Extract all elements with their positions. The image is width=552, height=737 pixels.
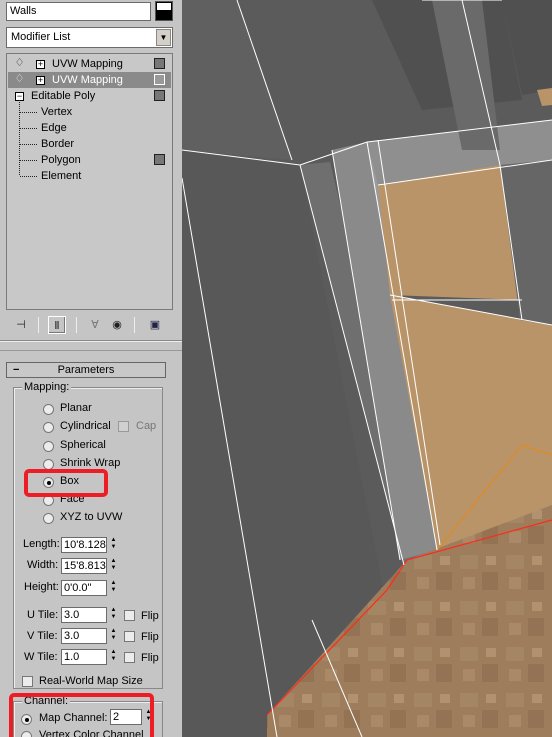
u-flip-checkbox[interactable] <box>124 610 135 621</box>
modifier-stack[interactable]: ♢ + UVW Mapping ♢ + UVW Mapping − Editab… <box>6 53 173 310</box>
cap-label: Cap <box>136 420 157 432</box>
v-flip-label: Flip <box>141 631 159 643</box>
remove-modifier-icon[interactable]: ◉ <box>108 316 126 334</box>
height-label: Height: <box>24 581 59 593</box>
subobject-polygon[interactable]: Polygon <box>8 152 171 168</box>
vtile-label: V Tile: <box>27 630 58 642</box>
object-name-field[interactable]: Walls <box>6 2 151 21</box>
stack-toolbar: ⊣ Ⅱ ∀ ◉ ▣ <box>6 314 173 336</box>
stack-item-label: UVW Mapping <box>52 58 123 70</box>
length-field[interactable]: 10'8.128 <box>61 537 107 553</box>
perspective-viewport[interactable] <box>182 0 552 737</box>
parameters-header[interactable]: − Parameters <box>6 362 166 378</box>
utile-spinner[interactable]: ▲ ▼ <box>109 607 118 623</box>
utile-label: U Tile: <box>27 609 59 621</box>
radio-planar-label: Planar <box>60 402 92 414</box>
cap-checkbox[interactable] <box>118 421 129 432</box>
real-world-map-size-checkbox[interactable] <box>22 676 33 687</box>
box-highlight <box>24 469 108 497</box>
u-flip-label: Flip <box>141 610 159 622</box>
stack-item-toggle[interactable] <box>154 58 165 69</box>
wtile-spinner[interactable]: ▲ ▼ <box>109 649 118 665</box>
length-label: Length: <box>23 538 60 550</box>
modifier-list-label: Modifier List <box>11 31 71 43</box>
w-flip-label: Flip <box>141 652 159 664</box>
divider <box>0 340 182 342</box>
height-field[interactable]: 0'0.0" <box>61 580 107 596</box>
radio-cylindrical[interactable] <box>43 422 54 433</box>
radio-spherical-label: Spherical <box>60 439 106 451</box>
collapse-icon: − <box>13 364 20 376</box>
object-color-swatch[interactable] <box>155 1 173 21</box>
stack-item-toggle[interactable] <box>154 90 165 101</box>
subobject-label: Edge <box>41 122 67 134</box>
vtile-field[interactable]: 3.0 <box>61 628 107 644</box>
expand-icon[interactable]: + <box>36 76 45 85</box>
radio-spherical[interactable] <box>43 441 54 452</box>
channel-highlight <box>9 693 154 737</box>
radio-planar[interactable] <box>43 404 54 415</box>
stack-item-label: UVW Mapping <box>52 74 123 86</box>
wtile-label: W Tile: <box>24 651 58 663</box>
subobject-border[interactable]: Border <box>8 136 171 152</box>
stack-item-label: Editable Poly <box>31 90 96 102</box>
lightbulb-icon[interactable]: ♢ <box>14 57 25 70</box>
command-panel: Walls Modifier List ▼ ♢ + UVW Mapping ♢ … <box>0 0 182 737</box>
subobject-label: Polygon <box>41 154 81 166</box>
stack-item-editable-poly[interactable]: − Editable Poly <box>8 88 171 104</box>
stack-item-uvw-mapping-1[interactable]: ♢ + UVW Mapping <box>8 56 171 72</box>
configure-modifier-sets-icon[interactable]: ▣ <box>146 316 164 334</box>
radio-xyz-to-uvw-label: XYZ to UVW <box>60 511 123 523</box>
pin-icon[interactable]: ⊣ <box>12 316 30 334</box>
lightbulb-icon[interactable]: ♢ <box>14 73 25 86</box>
stack-item-uvw-mapping-2[interactable]: ♢ + UVW Mapping <box>8 72 171 88</box>
width-spinner[interactable]: ▲ ▼ <box>109 558 118 574</box>
width-field[interactable]: 15'8.813 <box>61 558 107 574</box>
parameters-title: Parameters <box>57 364 115 376</box>
modifier-list-dropdown[interactable]: Modifier List ▼ <box>6 27 173 48</box>
stack-item-toggle[interactable] <box>154 74 165 85</box>
subobject-vertex[interactable]: Vertex <box>8 104 171 120</box>
real-world-map-size-label: Real-World Map Size <box>39 675 143 687</box>
radio-cylindrical-label: Cylindrical <box>60 420 111 432</box>
width-label: Width: <box>27 559 59 571</box>
v-flip-checkbox[interactable] <box>124 631 135 642</box>
radio-xyz-to-uvw[interactable] <box>43 513 54 524</box>
make-unique-icon[interactable]: ∀ <box>86 316 104 334</box>
subobject-edge[interactable]: Edge <box>8 120 171 136</box>
radio-shrink-wrap-label: Shrink Wrap <box>60 457 121 469</box>
scene-render <box>182 0 552 737</box>
subobject-label: Border <box>41 138 75 150</box>
utile-field[interactable]: 3.0 <box>61 607 107 623</box>
w-flip-checkbox[interactable] <box>124 652 135 663</box>
height-spinner[interactable]: ▲ ▼ <box>109 580 118 596</box>
expand-icon[interactable]: + <box>36 60 45 69</box>
subobject-element[interactable]: Element <box>8 168 171 184</box>
subobject-toggle[interactable] <box>154 154 165 165</box>
mapping-label: Mapping: <box>22 381 72 393</box>
show-end-result-icon[interactable]: Ⅱ <box>48 316 66 334</box>
wtile-field[interactable]: 1.0 <box>61 649 107 665</box>
length-spinner[interactable]: ▲ ▼ <box>109 537 118 553</box>
subobject-label: Vertex <box>41 106 73 118</box>
chevron-down-icon[interactable]: ▼ <box>156 29 171 46</box>
subobject-label: Element <box>41 170 82 182</box>
vtile-spinner[interactable]: ▲ ▼ <box>109 628 118 644</box>
